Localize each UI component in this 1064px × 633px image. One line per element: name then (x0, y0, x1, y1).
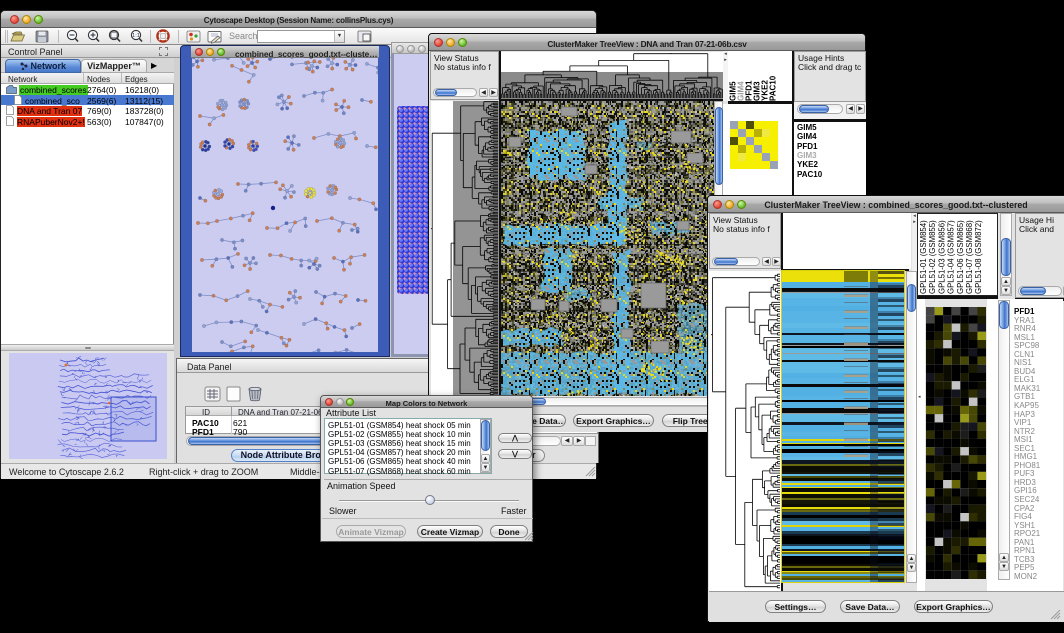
svg-text:GPL51-04 (GSM857): GPL51-04 (GSM857) (947, 220, 956, 294)
svg-text:GPL51-07 (GSM868): GPL51-07 (GSM868) (965, 220, 974, 294)
svg-text:GPL51-03 (GSM856): GPL51-03 (GSM856) (937, 220, 946, 294)
svg-text:PAC10: PAC10 (769, 75, 778, 101)
svg-text:Search:: Search: (229, 31, 260, 41)
svg-text:GPL51-01 (GSM854): GPL51-01 (GSM854) (919, 220, 928, 294)
svg-text:GPL51-08 (GSM872): GPL51-08 (GSM872) (974, 220, 983, 294)
svg-text:GPL51-06 (GSM865): GPL51-06 (GSM865) (956, 220, 965, 294)
svg-text:GPL51-02 (GSM855): GPL51-02 (GSM855) (928, 220, 937, 294)
svg-text:1:1: 1:1 (132, 33, 140, 39)
